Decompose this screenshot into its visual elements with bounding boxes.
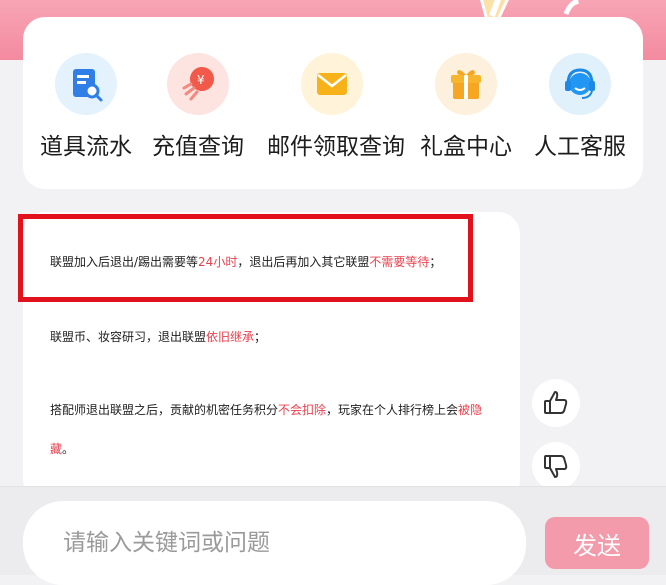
quick-action-label: 礼盒中心 xyxy=(420,134,512,160)
answer-highlight: 依旧继承 xyxy=(206,330,255,344)
quick-action-label: 邮件领取查询 xyxy=(267,134,405,160)
thumbs-up-icon xyxy=(544,391,568,414)
quick-action-recharge[interactable]: ¥ 充值查询 xyxy=(133,53,263,173)
answer-text: ，玩家在个人排行榜上会 xyxy=(326,403,459,417)
answer-highlight: 被隐 xyxy=(458,403,483,417)
answer-paragraph-3-continued: 藏。 xyxy=(50,440,74,457)
answer-paragraph-2: 联盟币、妆容研习，退出联盟依旧继承； xyxy=(50,328,266,345)
answer-text: ； xyxy=(254,330,267,344)
answer-text: 搭配师退出联盟之后，贡献的机密任务积分 xyxy=(50,403,279,417)
answer-highlight: 不会扣除 xyxy=(278,403,327,417)
thumbs-down-icon xyxy=(544,455,568,478)
quick-action-label: 充值查询 xyxy=(152,134,244,160)
dislike-button[interactable] xyxy=(532,442,580,490)
send-button[interactable]: 发送 xyxy=(545,517,649,569)
gift-box-icon xyxy=(435,53,497,115)
quick-action-gift[interactable]: 礼盒中心 xyxy=(401,53,531,173)
quick-action-item-log[interactable]: 道具流水 xyxy=(21,53,151,173)
quick-action-label: 人工客服 xyxy=(534,134,626,160)
question-input[interactable] xyxy=(23,501,526,585)
quick-action-customer-service[interactable]: 人工客服 xyxy=(515,53,645,173)
quick-action-label: 道具流水 xyxy=(40,134,132,160)
quick-action-mail[interactable]: 邮件领取查询 xyxy=(267,53,405,173)
svg-text:¥: ¥ xyxy=(197,73,205,87)
mail-envelope-icon xyxy=(301,53,363,115)
like-button[interactable] xyxy=(532,379,580,427)
quick-actions-card: 道具流水 ¥ 充值查询 邮件领取查询 礼盒中心 人工客服 xyxy=(23,17,643,189)
answer-paragraph-3: 搭配师退出联盟之后，贡献的机密任务积分不会扣除，玩家在个人排行榜上会被隐 xyxy=(50,401,482,418)
annotation-highlight-box xyxy=(18,214,473,302)
answer-highlight: 藏 xyxy=(50,442,63,456)
answer-text: 。 xyxy=(62,442,75,456)
item-log-icon xyxy=(55,53,117,115)
customer-service-headset-icon xyxy=(549,53,611,115)
recharge-rocket-icon: ¥ xyxy=(167,53,229,115)
answer-text: 联盟币、妆容研习，退出联盟 xyxy=(50,330,207,344)
